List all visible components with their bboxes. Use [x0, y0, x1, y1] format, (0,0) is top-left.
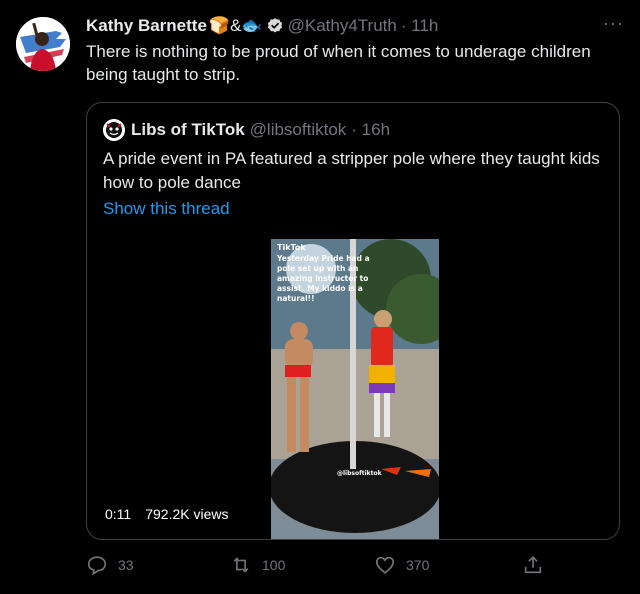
quoted-tweet-header: Libs of TikTok @libsoftiktok · 16h — [103, 119, 390, 141]
quoted-tweet[interactable]: Libs of TikTok @libsoftiktok · 16h A pri… — [86, 102, 620, 540]
overlay-line: pole set up with an — [277, 264, 358, 273]
share-button[interactable] — [522, 554, 554, 576]
tweet-time[interactable]: · 11h — [401, 16, 439, 36]
overlay-line: amazing instructor to — [277, 274, 368, 283]
tweet-actions: 33 100 370 — [86, 554, 556, 580]
reply-button[interactable]: 33 — [86, 554, 134, 576]
quoted-author-avatar[interactable] — [103, 119, 125, 141]
reply-icon — [87, 556, 107, 576]
quoted-display-name[interactable]: Libs of TikTok — [131, 120, 245, 140]
share-icon — [524, 556, 542, 574]
tiktok-icon: TikTok — [277, 243, 306, 252]
author-avatar[interactable] — [16, 17, 70, 71]
video-watermark: @libsoftiktok — [337, 470, 383, 477]
like-button[interactable]: 370 — [374, 554, 429, 576]
quoted-handle[interactable]: @libsoftiktok — [250, 120, 347, 140]
name-emoji: 🍞&🐟 — [208, 16, 263, 35]
avatar-image — [16, 17, 70, 71]
retweet-button[interactable]: 100 — [230, 554, 285, 576]
overlay-line: Yesterday Pride had a — [276, 254, 370, 263]
author-display-name[interactable]: Kathy Barnette — [86, 16, 207, 36]
like-count: 370 — [406, 557, 430, 573]
video-player[interactable]: TikTok Yesterday Pride had a pole set up… — [271, 239, 439, 539]
quoted-time[interactable]: · 16h — [351, 120, 390, 140]
overlay-line: natural!! — [277, 294, 315, 303]
overlay-line: assist. My kiddo is a — [277, 284, 363, 293]
tiktok-overlay: TikTok Yesterday Pride had a pole set up… — [276, 243, 383, 477]
more-icon[interactable]: ··· — [603, 13, 624, 34]
video-meta: 0:11 792.2K views — [105, 506, 229, 522]
tweet-text: There is nothing to be proud of when it … — [86, 42, 591, 84]
video-duration: 0:11 — [105, 506, 132, 522]
video-views: 792.2K views — [145, 506, 229, 522]
tweet-header: Kathy Barnette 🍞&🐟 @Kathy4Truth · 11h ··… — [86, 13, 624, 37]
reply-count: 33 — [118, 557, 134, 573]
quoted-tweet-text: A pride event in PA featured a stripper … — [103, 149, 600, 192]
author-handle[interactable]: @Kathy4Truth — [288, 16, 397, 36]
retweet-count: 100 — [262, 557, 286, 573]
verified-icon — [267, 18, 282, 33]
like-icon — [375, 556, 395, 574]
retweet-icon — [233, 557, 249, 573]
show-thread-link[interactable]: Show this thread — [103, 199, 230, 219]
